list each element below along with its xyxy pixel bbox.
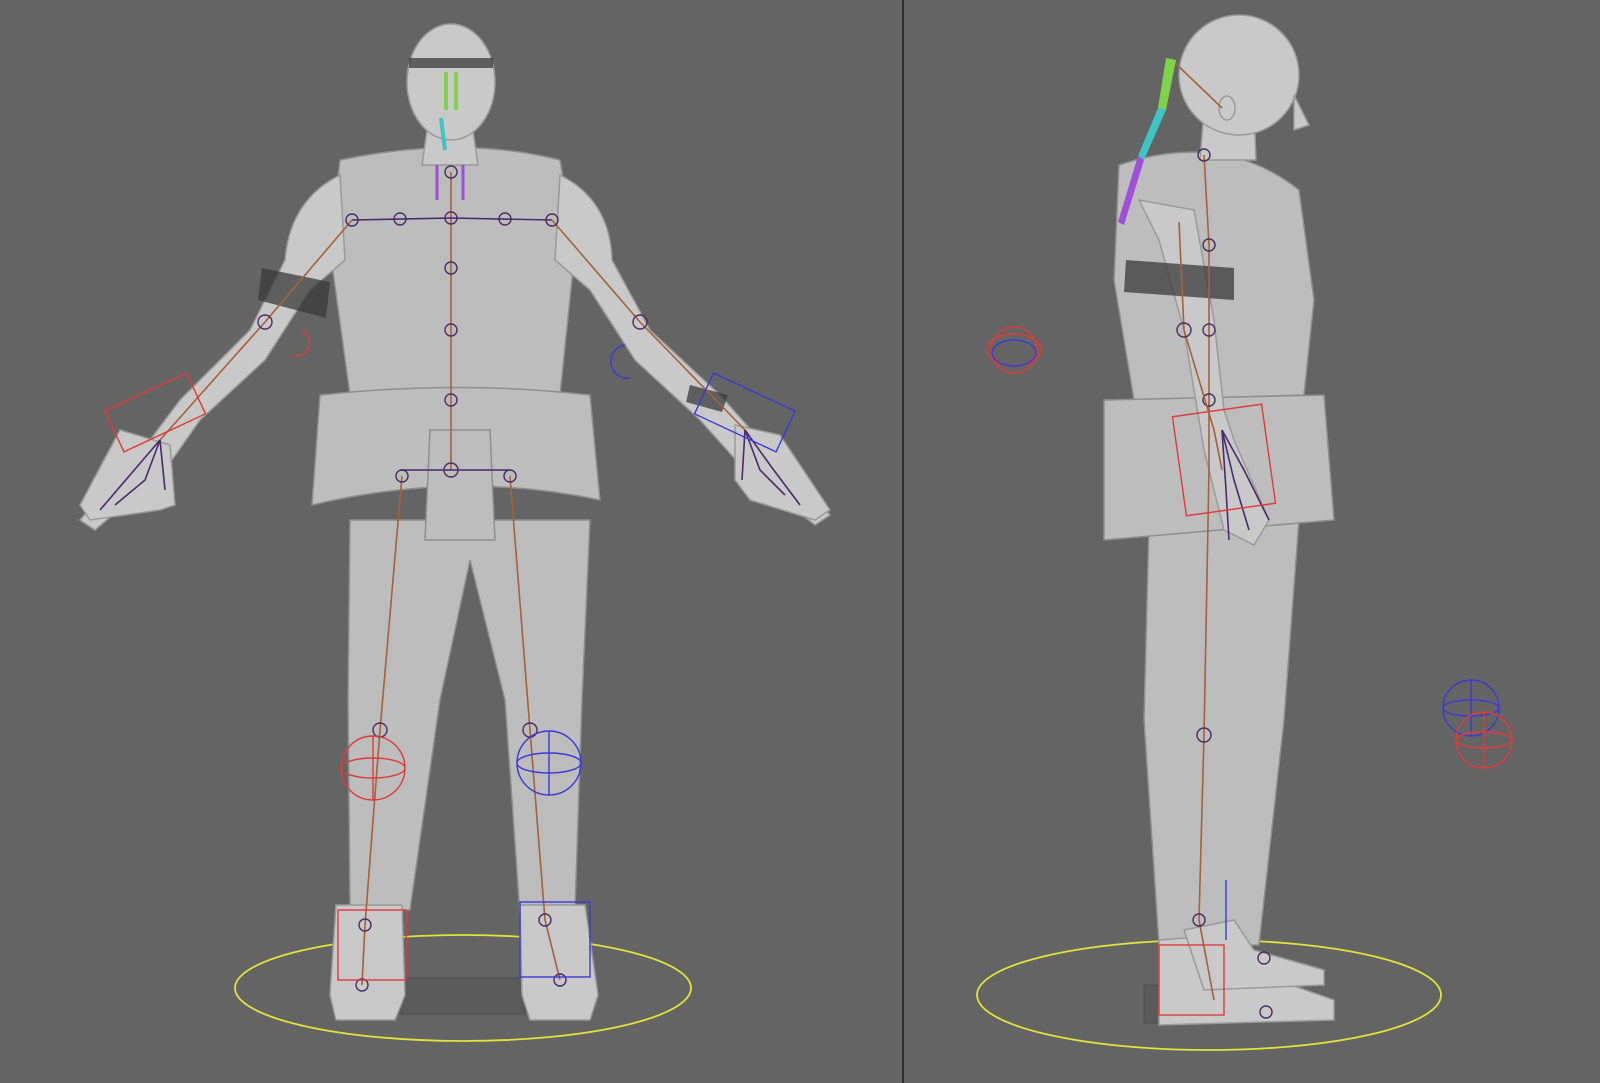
side-scene: [976, 14, 1513, 1051]
viewport-side[interactable]: [904, 0, 1600, 1083]
pole-vector-icon[interactable]: [986, 326, 1042, 374]
pole-vector-icon[interactable]: [610, 344, 631, 379]
pole-vector-icon[interactable]: [1442, 679, 1500, 737]
character-mesh-front[interactable]: [78, 23, 832, 1021]
viewport-front[interactable]: [0, 0, 902, 1083]
front-scene: [78, 23, 832, 1042]
pole-vector-icon[interactable]: [1455, 711, 1513, 769]
maya-viewports: [0, 0, 1600, 1083]
pole-vector-icon[interactable]: [291, 329, 311, 358]
floor-grid: [394, 977, 526, 1015]
